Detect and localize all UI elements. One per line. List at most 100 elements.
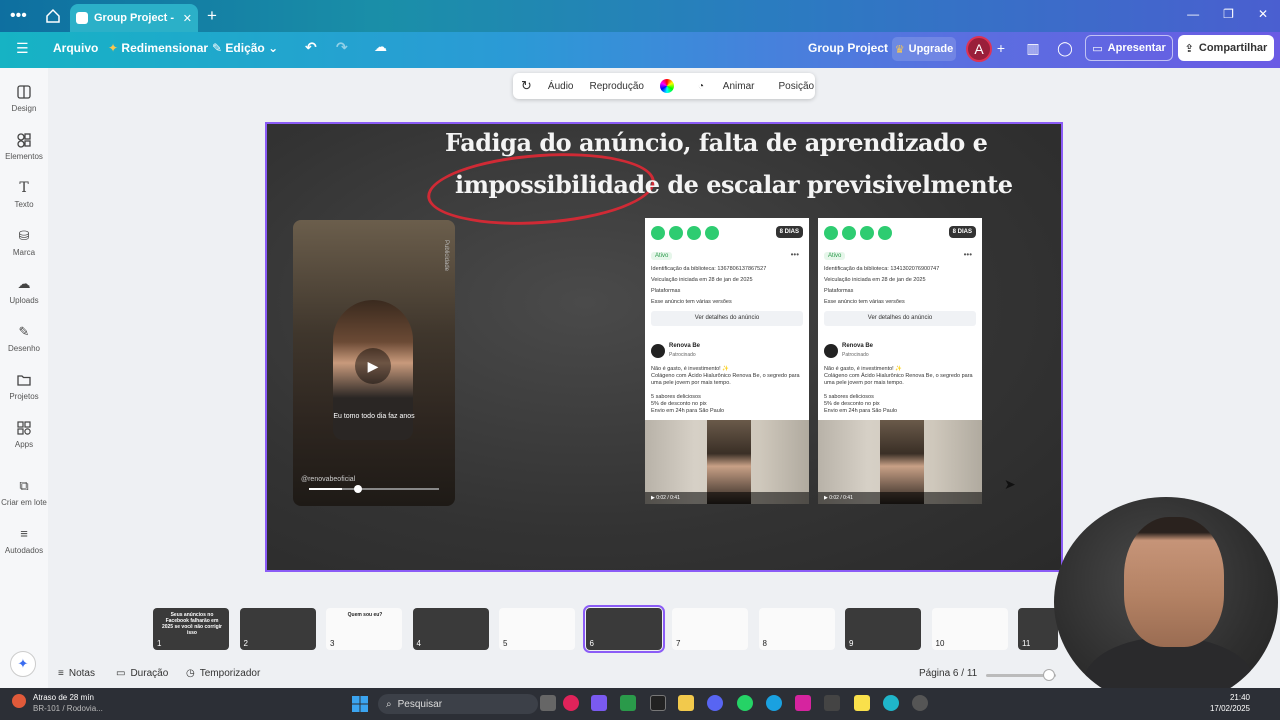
slide-title-line2[interactable]: impossibilidade de escalar previsivelmen… [455,170,1013,199]
resize-button[interactable]: ✦ Redimensionar [108,41,208,55]
playback-button[interactable]: Reprodução [581,81,651,92]
app-icon[interactable] [563,695,579,711]
browser-tab[interactable]: Group Project - Ap... ✕ [70,4,198,32]
hamburger-menu-icon[interactable]: ☰ [16,40,29,57]
copy-icon[interactable] [669,226,683,240]
ad-video[interactable]: ▶ 0:02 / 0:41 [645,420,809,504]
audio-button[interactable]: Áudio [540,81,582,92]
page-thumbnail[interactable]: 7 [672,608,748,650]
more-options-icon[interactable]: ••• [791,250,799,259]
browser-menu-icon[interactable]: ••• [10,8,27,24]
magic-add-button[interactable]: ✦ [10,651,36,677]
download-icon[interactable] [824,226,838,240]
copilot-icon[interactable] [591,695,607,711]
page-thumbnail[interactable]: 6 [582,605,665,653]
cloud-save-icon[interactable]: ☁ [374,39,387,55]
whatsapp-icon[interactable] [737,695,753,711]
page-thumbnail[interactable]: Seus anúncios no Facebook falharão em 20… [153,608,229,650]
play-icon[interactable]: ▶ [355,348,391,384]
position-button[interactable]: Posição [770,81,822,92]
analytics-icon[interactable]: ▥ [1022,37,1044,59]
notes-button[interactable]: ≡ Notas [58,668,95,679]
ad-details-button[interactable]: Ver detalhes do anúncio [824,311,976,326]
share-icon[interactable] [705,226,719,240]
traffic-alert[interactable]: Atraso de 28 mín BR-101 / Rodovia... [33,692,103,714]
windows-taskbar [0,688,1280,720]
duration-button[interactable]: ▭ Duração [116,668,168,679]
taskbar-clock[interactable]: 21:40 17/02/2025 [1210,692,1250,714]
download-icon[interactable] [651,226,665,240]
edit-menu[interactable]: ✎ Edição ⌄ [212,41,278,55]
redo-icon[interactable]: ↷ [336,39,348,56]
minimize-icon[interactable]: — [1187,7,1199,21]
ad-bullet: 5% de desconto no pix [824,401,880,407]
page-thumbnail[interactable]: 10 [931,608,1008,650]
file-menu[interactable]: Arquivo [53,41,98,55]
page-thumbnail[interactable]: 4 [412,608,489,650]
video-progress-knob[interactable] [354,485,362,493]
video-controls[interactable]: ▶ 0:02 / 0:41 [645,492,809,504]
sidebar-item-draw[interactable]: ✎ Desenho [0,324,48,353]
sidebar-item-autodata[interactable]: ≡ Autodados [0,526,48,555]
sidebar-item-text[interactable]: T Texto [0,180,48,209]
taskbar-search[interactable]: ⌕ Pesquisar [378,694,538,714]
replace-icon[interactable]: ↻ [513,78,540,94]
avatar[interactable]: A [966,36,992,62]
sidebar-item-apps[interactable]: Apps [0,420,48,449]
close-tab-icon[interactable]: ✕ [183,12,192,25]
sidebar-item-elements[interactable]: Elementos [0,132,48,161]
video-progress-bar[interactable] [309,485,439,493]
timer-button[interactable]: ◷ Temporizador [186,668,260,679]
ad-body-line: uma pele jovem por mais tempo. [824,380,904,386]
upgrade-button[interactable]: ♛ Upgrade [892,37,956,61]
page-thumbnail[interactable]: 5 [499,608,575,650]
page-thumbnail[interactable]: 11 [1018,608,1058,650]
add-collaborator-icon[interactable]: + [990,37,1012,59]
chrome-icon[interactable] [912,695,928,711]
share-button[interactable]: ⇪ Compartilhar [1178,35,1274,61]
edge-icon[interactable] [766,695,782,711]
discord-icon[interactable] [707,695,723,711]
home-icon[interactable] [44,7,62,25]
animate-button[interactable]: ◔ Animar [682,81,771,92]
undo-icon[interactable]: ↶ [305,39,317,56]
sidebar-item-brand[interactable]: ⛁ Marca [0,228,48,257]
share-icon[interactable] [878,226,892,240]
comment-icon[interactable]: ◯ [1054,37,1076,59]
ad-details-button[interactable]: Ver detalhes do anúncio [651,311,803,326]
close-window-icon[interactable]: ✕ [1258,7,1268,21]
slide-title-line1[interactable]: Fadiga do anúncio, falta de aprendizado … [445,128,988,157]
calculator-icon[interactable] [620,695,636,711]
capcut-icon[interactable] [650,695,666,711]
sticky-notes-icon[interactable] [854,695,870,711]
project-name[interactable]: Group Project [808,41,888,55]
sidebar-item-projects[interactable]: Projetos [0,372,48,401]
canva-taskbar-icon[interactable] [883,695,899,711]
crown-icon: ♛ [894,43,905,56]
page-thumbnail[interactable]: 2 [239,608,316,650]
open-icon[interactable] [860,226,874,240]
instagram-icon[interactable] [795,695,811,711]
file-explorer-icon[interactable] [678,695,694,711]
open-icon[interactable] [687,226,701,240]
copy-icon[interactable] [842,226,856,240]
page-thumbnail[interactable]: Quem sou eu? 3 [326,608,402,650]
video-controls[interactable]: ▶ 0:02 / 0:41 [818,492,982,504]
more-options-icon[interactable]: ••• [964,250,972,259]
sidebar-item-uploads[interactable]: ☁ Uploads [0,276,48,305]
page-thumbnail[interactable]: 9 [845,608,921,650]
task-view-icon[interactable] [540,695,556,711]
sidebar-item-batch-create[interactable]: ⧉ Criar em lote [0,478,48,507]
windows-start-icon[interactable] [352,696,368,712]
slide-canvas[interactable]: Fadiga do anúncio, falta de aprendizado … [265,122,1063,572]
new-tab-icon[interactable]: + [207,6,217,26]
present-button[interactable]: ▭ Apresentar [1085,35,1173,61]
restore-icon[interactable]: ❐ [1223,7,1234,21]
color-picker-icon[interactable] [652,79,682,93]
ad-video[interactable]: ▶ 0:02 / 0:41 [818,420,982,504]
video-element[interactable]: Publicidade ▶ Eu tomo todo dia faz anos … [293,220,455,506]
page-thumbnail[interactable]: 8 [758,608,835,650]
sidebar-item-design[interactable]: Design [0,84,48,113]
zoom-slider-knob[interactable] [1043,669,1055,681]
editor-icon[interactable] [824,695,840,711]
